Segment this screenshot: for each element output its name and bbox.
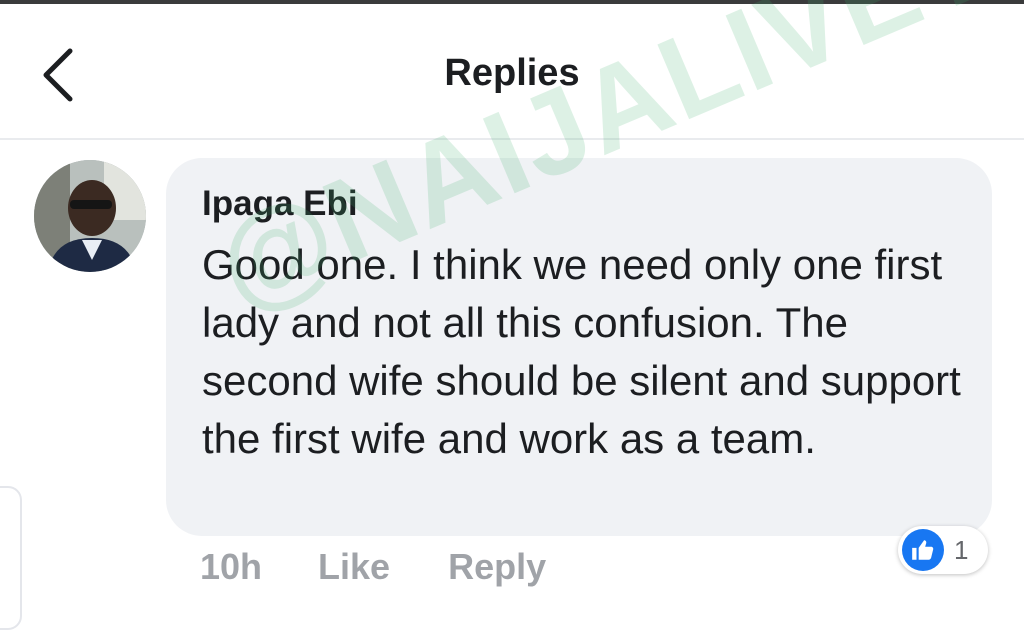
comment-timestamp[interactable]: 10h bbox=[200, 546, 262, 588]
like-button[interactable]: Like bbox=[318, 546, 390, 588]
partial-card bbox=[0, 486, 22, 630]
thumbs-up-icon bbox=[902, 529, 944, 571]
page-title: Replies bbox=[444, 52, 580, 94]
user-avatar bbox=[34, 160, 146, 272]
comment-actions: 10h Like Reply bbox=[200, 546, 546, 588]
avatar[interactable] bbox=[34, 160, 146, 272]
comment-bubble: Ipaga Ebi Good one. I think we need only… bbox=[166, 158, 992, 536]
reaction-count: 1 bbox=[954, 534, 969, 565]
header-bar: Replies bbox=[0, 4, 1024, 140]
comment-author[interactable]: Ipaga Ebi bbox=[202, 184, 358, 224]
comment-text: Good one. I think we need only one first… bbox=[202, 241, 961, 462]
reply-button[interactable]: Reply bbox=[448, 546, 546, 588]
reaction-summary[interactable]: 1 bbox=[898, 526, 988, 574]
